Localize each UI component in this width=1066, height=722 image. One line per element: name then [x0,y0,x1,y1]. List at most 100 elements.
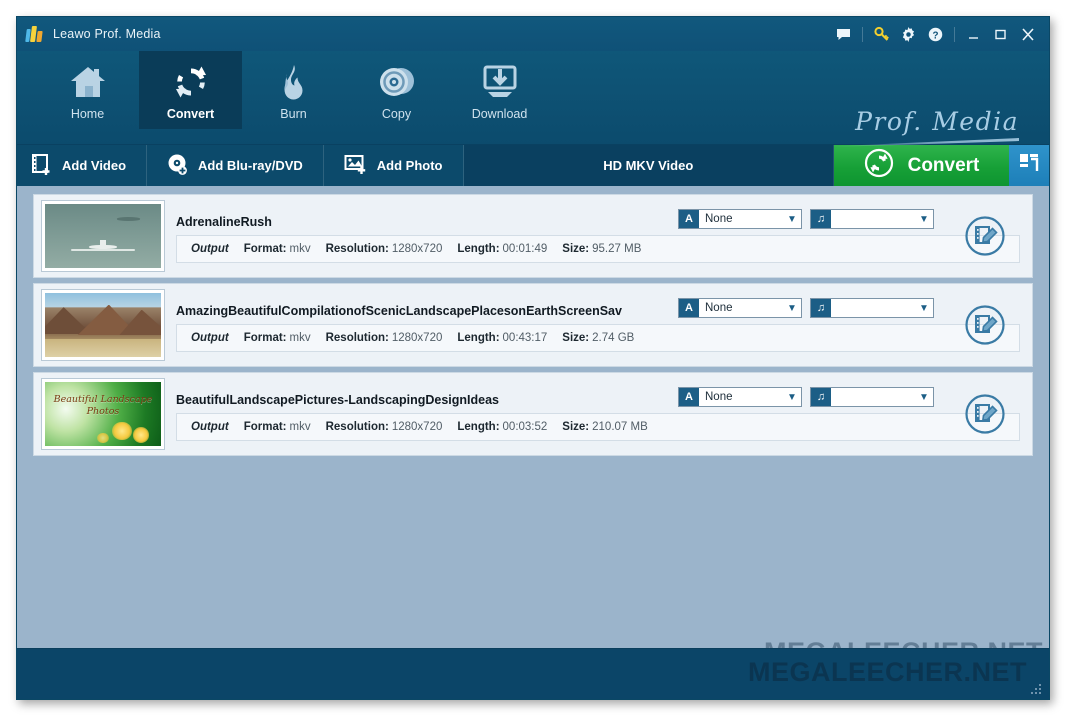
resolution-field: Resolution: 1280x720 [326,332,443,344]
length-field: Length: 00:03:52 [457,421,547,433]
svg-text:?: ? [932,30,938,41]
window-title: Leawo Prof. Media [53,27,161,41]
download-icon [480,60,520,104]
brand-text: Prof. Media [855,107,1019,136]
audio-badge: ♫ [811,210,831,228]
mountain-thumbnail [41,289,165,361]
convert-button[interactable]: Convert [834,145,1009,186]
site-watermark-overlay: MEGALEECHER.NET [747,657,1027,687]
resolution-value: 1280x720 [391,421,443,433]
resolution-field: Resolution: 1280x720 [326,421,443,433]
size-label: Size: [562,332,590,344]
resolution-label: Resolution: [325,243,389,255]
audio-select[interactable]: ♫ ▼ [810,387,934,407]
size-value: 95.27 MB [592,243,642,255]
disc-plus-icon [167,153,189,178]
size-label: Size: [562,243,590,255]
resize-grip[interactable] [1031,684,1043,696]
gear-icon[interactable] [895,21,922,47]
nav-tab-download[interactable]: Download [448,51,551,129]
subtitle-select[interactable]: A None ▼ [678,209,802,229]
key-icon[interactable] [868,21,895,47]
chevron-down-icon: ▼ [919,213,929,225]
edit-video-icon[interactable] [964,393,1006,435]
format-label: Format: [243,421,287,433]
size-value: 2.74 GB [592,332,635,344]
add-bluray-label: Add Blu-ray/DVD [198,158,303,173]
subtitle-badge: A [679,388,699,406]
length-field: Length: 00:43:17 [457,332,547,344]
audio-value [831,210,915,228]
size-field: Size: 95.27 MB [562,243,641,255]
size-value: 210.07 MB [592,421,648,433]
audio-value [831,299,915,317]
subtitle-value: None [705,302,733,314]
format-label: Format: [243,243,287,255]
subtitle-select[interactable]: A None ▼ [678,387,802,407]
table-row[interactable]: AdrenalineRush Output Format: mkv Resolut… [33,194,1033,278]
audio-value [831,388,915,406]
subtitle-value: None [705,391,733,403]
maximize-icon[interactable] [987,21,1014,47]
size-field: Size: 210.07 MB [562,421,647,433]
format-field: Format: mkv [244,243,311,255]
table-row[interactable]: Beautiful Landscape Photos BeautifulLand… [33,372,1033,456]
resolution-label: Resolution: [325,332,389,344]
length-value: 00:01:49 [502,243,548,255]
resolution-value: 1280x720 [391,243,443,255]
nav-label: Copy [381,106,412,121]
length-label: Length: [457,421,500,433]
minimize-icon[interactable] [960,21,987,47]
panel-toggle-icon [1019,153,1039,178]
close-icon[interactable] [1014,21,1041,47]
resolution-label: Resolution: [325,421,389,433]
length-value: 00:43:17 [502,332,548,344]
format-label: Format: [243,332,287,344]
add-photo-button[interactable]: Add Photo [324,145,464,186]
audio-badge: ♫ [811,299,831,317]
audio-select[interactable]: ♫ ▼ [810,209,934,229]
convert-circle-icon [864,148,894,184]
format-field: Format: mkv [244,332,311,344]
nav-label: Burn [280,106,307,121]
nav-tab-home[interactable]: Home [36,51,139,129]
chevron-down-icon: ▼ [787,391,797,403]
help-icon[interactable]: ? [922,21,949,47]
nav-tab-burn[interactable]: Burn [242,51,345,129]
flame-icon [274,60,314,104]
thumbnail-caption: Beautiful Landscape Photos [53,393,153,418]
chevron-down-icon: ▼ [919,302,929,314]
edit-video-icon[interactable] [964,215,1006,257]
table-row[interactable]: AmazingBeautifulCompilationofScenicLands… [33,283,1033,367]
convert-label: Convert [907,154,980,176]
length-field: Length: 00:01:49 [457,243,547,255]
audio-select[interactable]: ♫ ▼ [810,298,934,318]
format-field: Format: mkv [244,421,311,433]
track-selectors: A None ▼ ♫ ▼ [678,298,934,318]
output-profile-label[interactable]: HD MKV Video [463,145,834,186]
brand-swoosh [833,138,1019,147]
track-selectors: A None ▼ ♫ ▼ [678,387,934,407]
divider [954,26,955,42]
nav-tab-copy[interactable]: Copy [345,51,448,129]
resolution-field: Resolution: 1280x720 [326,243,443,255]
photo-plus-icon [344,153,368,178]
edit-video-icon[interactable] [964,304,1006,346]
output-info: Output Format: mkv Resolution: 1280x720 Le… [176,413,1020,441]
feedback-icon[interactable] [830,21,857,47]
output-label: Output [191,332,229,344]
nav-label: Convert [166,106,215,121]
nav-tab-convert[interactable]: Convert [139,51,242,129]
airplane-thumbnail [41,200,165,272]
length-label: Length: [457,243,500,255]
add-bluray-button[interactable]: Add Blu-ray/DVD [147,145,324,186]
panel-toggle-button[interactable] [1009,145,1049,186]
subtitle-select[interactable]: A None ▼ [678,298,802,318]
home-icon [67,60,109,104]
size-field: Size: 2.74 GB [562,332,634,344]
audio-badge: ♫ [811,388,831,406]
subtitle-badge: A [679,210,699,228]
add-video-button[interactable]: Add Video [17,145,148,186]
subtitle-value: None [705,213,733,225]
convert-icon [170,60,212,104]
